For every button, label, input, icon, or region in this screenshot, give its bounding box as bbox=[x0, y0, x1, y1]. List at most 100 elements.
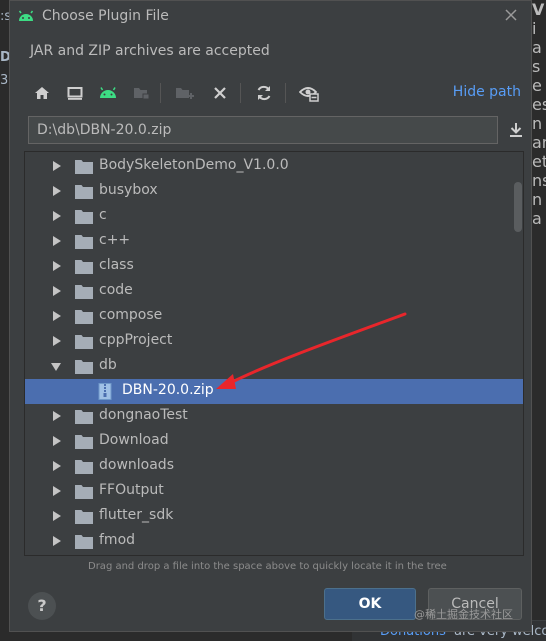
ok-button[interactable]: OK bbox=[324, 588, 416, 620]
zip-archive-icon bbox=[98, 383, 112, 400]
desktop-icon bbox=[67, 87, 83, 100]
project-folder-button[interactable] bbox=[130, 81, 154, 105]
tree-item-label: code bbox=[99, 282, 133, 298]
tree-folder-row[interactable]: BodySkeletonDemo_V1.0.0 bbox=[25, 154, 523, 179]
drag-drop-hint: Drag and drop a file into the space abov… bbox=[88, 561, 447, 572]
delete-icon bbox=[214, 87, 226, 99]
tree-folder-row[interactable]: dongnaoTest bbox=[25, 404, 523, 429]
tree-item-label: fmod bbox=[99, 532, 136, 548]
new-folder-button[interactable] bbox=[173, 81, 197, 105]
bg-text-fragment: n bbox=[532, 190, 543, 209]
android-sdk-button[interactable] bbox=[96, 81, 120, 105]
bg-text-fragment: es bbox=[532, 95, 546, 114]
expand-arrow-icon[interactable] bbox=[53, 511, 61, 521]
close-button[interactable] bbox=[499, 5, 523, 29]
bg-text-fragment: i bbox=[532, 19, 537, 38]
bg-text-fragment: et bbox=[532, 152, 546, 171]
expand-arrow-icon[interactable] bbox=[53, 486, 61, 496]
expand-arrow-icon[interactable] bbox=[53, 311, 61, 321]
help-button[interactable]: ? bbox=[28, 592, 56, 620]
bg-text-fragment: a bbox=[532, 209, 542, 228]
choose-plugin-file-dialog: Choose Plugin File JAR and ZIP archives … bbox=[9, 0, 532, 632]
file-tree[interactable]: BodySkeletonDemo_V1.0.0busybox c c++ class c… bbox=[24, 151, 524, 556]
tree-item-label: downloads bbox=[99, 457, 174, 473]
desktop-button[interactable] bbox=[63, 81, 87, 105]
expand-arrow-icon[interactable] bbox=[53, 336, 61, 346]
delete-button[interactable] bbox=[208, 81, 232, 105]
expand-arrow-icon[interactable] bbox=[53, 411, 61, 421]
tree-item-label: cppProject bbox=[99, 332, 173, 348]
expand-arrow-icon[interactable] bbox=[53, 211, 61, 221]
tree-item-label: compose bbox=[99, 307, 163, 323]
watermark: @稀土掘金技术社区 bbox=[414, 608, 513, 621]
tree-folder-row[interactable]: flutter_sdk bbox=[25, 504, 523, 529]
tree-item-label: Download bbox=[99, 432, 169, 448]
tree-item-label: flutter_sdk bbox=[99, 507, 174, 523]
folder-icon bbox=[75, 159, 93, 174]
refresh-icon bbox=[257, 85, 271, 101]
bg-text-fragment: an bbox=[532, 133, 546, 152]
tree-item-label: BodySkeletonDemo_V1.0.0 bbox=[99, 157, 289, 173]
project-folder-icon bbox=[134, 88, 150, 100]
collapse-arrow-icon[interactable] bbox=[51, 363, 61, 371]
expand-arrow-icon[interactable] bbox=[53, 186, 61, 196]
tree-folder-row[interactable]: fmod bbox=[25, 529, 523, 554]
home-button[interactable] bbox=[30, 81, 54, 105]
tree-folder-row[interactable]: FFOutput bbox=[25, 479, 523, 504]
tree-folder-row[interactable]: cppProject bbox=[25, 329, 523, 354]
tree-folder-row[interactable]: compose bbox=[25, 304, 523, 329]
tree-file-row[interactable]: DBN-20.0.zip bbox=[25, 379, 523, 404]
close-icon bbox=[505, 9, 517, 21]
tree-folder-row[interactable]: code bbox=[25, 279, 523, 304]
tree-folder-row[interactable]: Download bbox=[25, 429, 523, 454]
show-hidden-icon bbox=[299, 87, 319, 102]
download-button[interactable] bbox=[504, 117, 528, 143]
bg-text-fragment: e bbox=[532, 76, 542, 95]
folder-icon bbox=[75, 459, 93, 474]
tree-item-label: db bbox=[99, 357, 117, 373]
bg-text-fragment: s bbox=[532, 57, 541, 76]
tree-item-label: dongnaoTest bbox=[99, 407, 188, 423]
folder-icon bbox=[75, 259, 93, 274]
expand-arrow-icon[interactable] bbox=[53, 236, 61, 246]
expand-arrow-icon[interactable] bbox=[53, 161, 61, 171]
folder-icon bbox=[75, 409, 93, 424]
tree-folder-row[interactable]: busybox bbox=[25, 179, 523, 204]
tree-item-label: c bbox=[99, 207, 107, 223]
tree-folder-row[interactable]: c bbox=[25, 204, 523, 229]
folder-icon bbox=[75, 434, 93, 449]
tree-folder-row[interactable]: class bbox=[25, 254, 523, 279]
expand-arrow-icon[interactable] bbox=[53, 286, 61, 296]
folder-icon bbox=[75, 484, 93, 499]
tree-folder-row[interactable]: downloads bbox=[25, 454, 523, 479]
expand-arrow-icon[interactable] bbox=[53, 461, 61, 471]
tree-scrollbar-thumb[interactable] bbox=[514, 182, 522, 232]
android-icon bbox=[16, 7, 36, 27]
tree-folder-row[interactable]: db bbox=[25, 354, 523, 379]
tree-item-label: class bbox=[99, 257, 134, 273]
toolbar-separator bbox=[240, 83, 241, 103]
bg-text-fragment: a bbox=[532, 38, 542, 57]
hide-path-link[interactable]: Hide path bbox=[453, 84, 521, 100]
folder-icon bbox=[75, 359, 93, 374]
expand-arrow-icon[interactable] bbox=[53, 261, 61, 271]
folder-icon bbox=[75, 309, 93, 324]
toolbar-separator bbox=[285, 83, 286, 103]
folder-icon bbox=[75, 334, 93, 349]
dialog-title: Choose Plugin File bbox=[42, 8, 169, 24]
folder-icon bbox=[75, 534, 93, 549]
tree-folder-row[interactable]: c++ bbox=[25, 229, 523, 254]
folder-icon bbox=[75, 509, 93, 524]
folder-icon bbox=[75, 234, 93, 249]
show-hidden-files-button[interactable] bbox=[297, 81, 321, 105]
path-input[interactable]: D:\db\DBN-20.0.zip bbox=[28, 116, 498, 144]
new-folder-icon bbox=[176, 88, 194, 99]
dialog-titlebar[interactable]: Choose Plugin File bbox=[10, 1, 531, 34]
tree-item-label: c++ bbox=[99, 232, 131, 248]
expand-arrow-icon[interactable] bbox=[53, 536, 61, 546]
toolbar-separator bbox=[160, 83, 161, 103]
android-icon bbox=[100, 87, 116, 98]
refresh-button[interactable] bbox=[252, 81, 276, 105]
folder-icon bbox=[75, 184, 93, 199]
expand-arrow-icon[interactable] bbox=[53, 436, 61, 446]
